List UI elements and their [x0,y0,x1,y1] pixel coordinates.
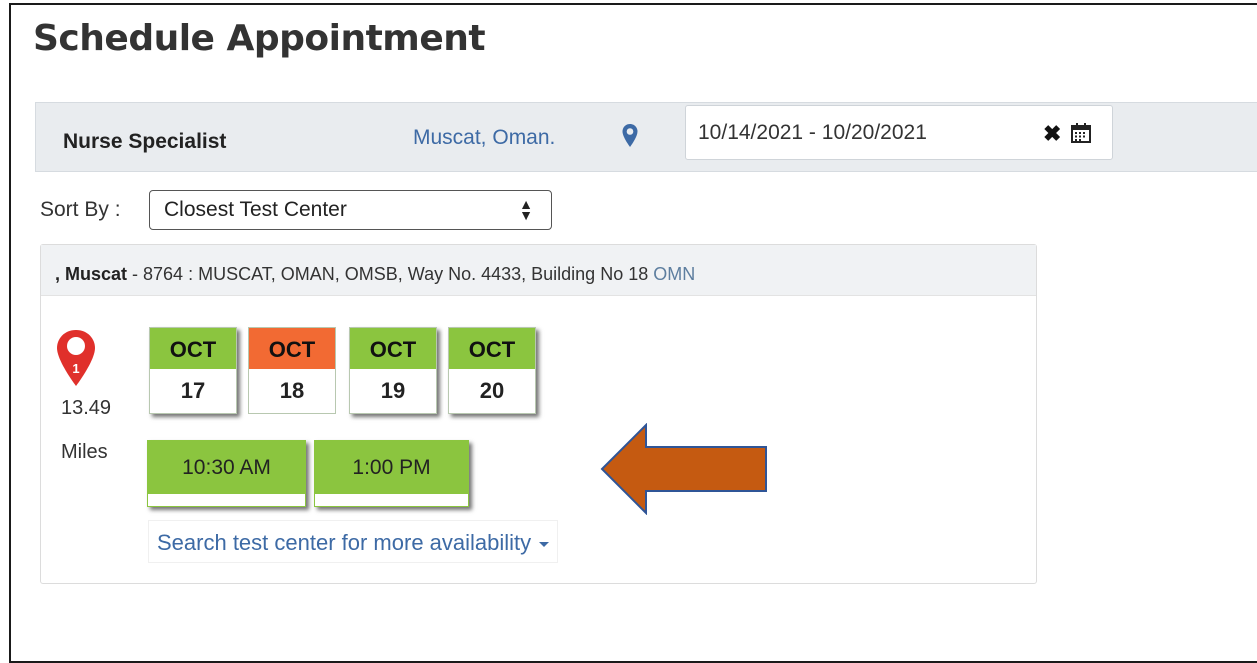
date-option[interactable]: OCT 19 [349,327,437,414]
location-link[interactable]: Muscat, Oman. [413,126,555,150]
sort-label: Sort By : [40,198,121,221]
time-slot-label: 1:00 PM [315,441,468,494]
more-availability-link[interactable]: Search test center for more availability [148,520,559,563]
map-pin-icon[interactable] [621,123,639,149]
page-title: Schedule Appointment [33,18,486,59]
date-month: OCT [249,328,335,369]
date-day: 19 [380,378,406,403]
date-range-value: 10/14/2021 - 10/20/2021 [698,121,927,144]
caret-down-icon [539,541,550,547]
marker-number: 1 [72,361,79,376]
sort-select[interactable]: Closest Test Center ▲ ▼ [149,190,552,230]
arrow-left-icon [600,423,767,515]
test-center-name: , Muscat [55,264,128,284]
time-slot-label: 10:30 AM [148,441,305,494]
sort-selected-value: Closest Test Center [164,198,347,221]
date-month: OCT [350,328,436,369]
date-month: OCT [449,328,535,369]
clear-icon[interactable]: ✖ [1043,121,1061,147]
more-availability-label: Search test center for more availability [157,530,532,555]
select-arrow-icon: ▲ ▼ [519,196,533,223]
address-text: - 8764 : MUSCAT, OMAN, OMSB, Way No. 443… [127,264,654,284]
date-option[interactable]: OCT 17 [149,327,237,414]
calendar-icon[interactable] [1070,122,1092,144]
date-month: OCT [150,328,236,369]
test-center-address: , Muscat - 8764 : MUSCAT, OMAN, OMSB, Wa… [55,264,695,285]
time-slot-button[interactable]: 10:30 AM [147,440,306,507]
country-code: OMN [653,264,696,284]
date-day: 18 [279,378,305,403]
distance-value: 13.49 [61,397,112,419]
date-option-selected[interactable]: OCT 18 [248,327,336,414]
test-center-header: , Muscat - 8764 : MUSCAT, OMAN, OMSB, Wa… [41,245,1036,296]
map-marker-icon: 1 [57,330,95,386]
distance-unit: Miles [61,441,108,463]
filter-bar: Nurse Specialist Muscat, Oman. 10/14/202… [35,102,1257,172]
date-option[interactable]: OCT 20 [448,327,536,414]
date-day: 20 [479,378,505,403]
date-range-input[interactable]: 10/14/2021 - 10/20/2021 ✖ [685,105,1113,160]
time-slot-button[interactable]: 1:00 PM [314,440,469,507]
date-day: 17 [180,378,206,403]
exam-name: Nurse Specialist [63,130,227,153]
